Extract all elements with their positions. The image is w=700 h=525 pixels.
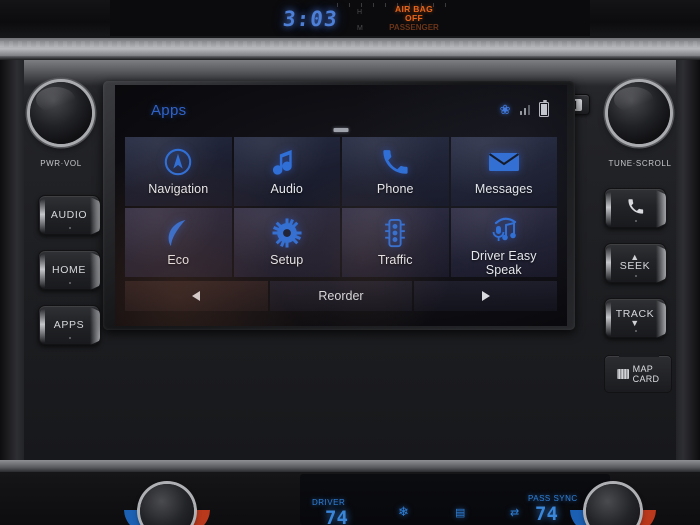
traffic-light-icon [384,216,406,250]
airbag-label-line3: PASSENGER [389,22,439,32]
battery-icon [539,99,549,117]
tile-traffic[interactable]: Traffic [342,208,449,277]
tile-phone[interactable]: Phone [342,137,449,206]
tile-label: Audio [270,182,303,196]
compass-icon [163,145,193,179]
tile-label: Driver Easy Speak [470,249,537,277]
next-page-button[interactable] [414,281,557,311]
sd-card-icon [616,369,629,379]
seek-button[interactable]: ▲ SEEK [604,243,666,283]
tile-label: Phone [376,182,414,196]
fan-icon: ❄ [398,504,409,519]
map-card-label: MAP CARD [633,364,660,384]
tile-navigation[interactable]: Navigation [125,137,232,206]
page-title: Apps [151,102,187,119]
map-card-label-line1: MAP [632,364,654,374]
envelope-icon [488,145,520,179]
reorder-label: Reorder [318,289,364,303]
tune-scroll-knob[interactable] [608,82,670,144]
tile-driver-easy-speak[interactable]: Driver Easy Speak [450,208,557,277]
chevron-right-icon [481,291,490,301]
home-button-label: HOME [52,264,86,276]
seek-button-label: SEEK [619,260,651,273]
fascia-left-edge [0,60,24,460]
apps-button[interactable]: APPS [38,305,100,345]
tile-label: Eco [167,253,190,267]
leaf-icon [165,216,191,250]
phone-handset-icon [381,145,409,179]
chevron-down-icon: ▼ [630,317,640,328]
tile-label: Traffic [377,253,413,267]
driver-temperature: 74 [325,507,348,525]
home-button[interactable]: HOME [38,250,100,290]
pass-sync-label: PASS SYNC [528,494,578,503]
cluster-m-label: M [357,25,364,32]
app-tile-grid: Navigation Audio Phone Messages Eco Setu… [125,137,557,277]
seat-heat-icon: ▤ [455,507,466,519]
touchscreen-display[interactable]: Apps ❀ Navigation Audio Phone Messages E… [115,85,567,326]
page-indicator [333,128,349,132]
infotainment-screenshot: 3:03 H M AIR BAG OFF PASSENGER PWR·VOL T… [0,0,700,525]
vent-icon: ⇄ [510,507,520,519]
tile-eco[interactable]: Eco [125,208,232,277]
instrument-cluster-strip: 3:03 H M AIR BAG OFF PASSENGER [0,0,700,38]
tile-messages[interactable]: Messages [450,137,557,206]
audio-button-label: AUDIO [50,209,88,221]
tune-scroll-label: TUNE·SCROLL [608,159,672,168]
reorder-button[interactable]: Reorder [269,281,413,311]
tile-label: Navigation [148,182,209,196]
button-indicator-dot [635,275,637,277]
power-volume-knob[interactable] [30,82,92,144]
button-indicator-dot [69,227,71,229]
passenger-temperature: 74 [535,503,558,525]
button-indicator-dot [69,337,71,339]
bluetooth-icon: ❀ [499,102,511,117]
dashboard-stitching [0,41,700,47]
chevron-left-icon [192,291,201,301]
airbag-label-line2: OFF [405,12,423,23]
previous-page-button[interactable] [125,281,268,311]
gear-icon [272,216,302,250]
phone-button[interactable] [604,188,666,228]
music-note-icon [272,145,301,179]
screen-bottom-bar: Reorder [125,281,557,311]
button-indicator-dot [635,220,637,222]
apps-button-label: APPS [53,319,85,331]
climate-control-panel: DRIVER PASS SYNC 74 74 ❄ ▤ ⇄ [0,460,700,525]
phone-handset-icon [627,198,644,218]
button-indicator-dot [635,330,637,332]
driver-label: DRIVER [312,498,346,507]
status-bar: ❀ [499,99,549,117]
climate-trim [0,460,700,472]
airbag-off-indicator: AIR BAG OFF PASSENGER [378,5,450,32]
audio-button[interactable]: AUDIO [38,195,100,235]
fascia-right-edge [676,60,700,460]
map-card-slot[interactable]: MAP CARD [604,353,672,393]
map-card-label-line2: CARD [632,374,660,384]
tile-label: Messages [474,182,533,196]
tile-audio[interactable]: Audio [233,137,340,206]
button-indicator-dot [69,282,71,284]
power-volume-label: PWR·VOL [40,159,82,168]
cluster-h-label: H [357,9,363,16]
tile-label: Setup [270,253,304,267]
microphone-sound-icon [488,216,520,246]
cluster-clock: 3:03 [281,7,339,31]
track-button[interactable]: TRACK ▼ [604,298,666,338]
tile-setup[interactable]: Setup [233,208,340,277]
signal-bars-icon [519,104,530,115]
